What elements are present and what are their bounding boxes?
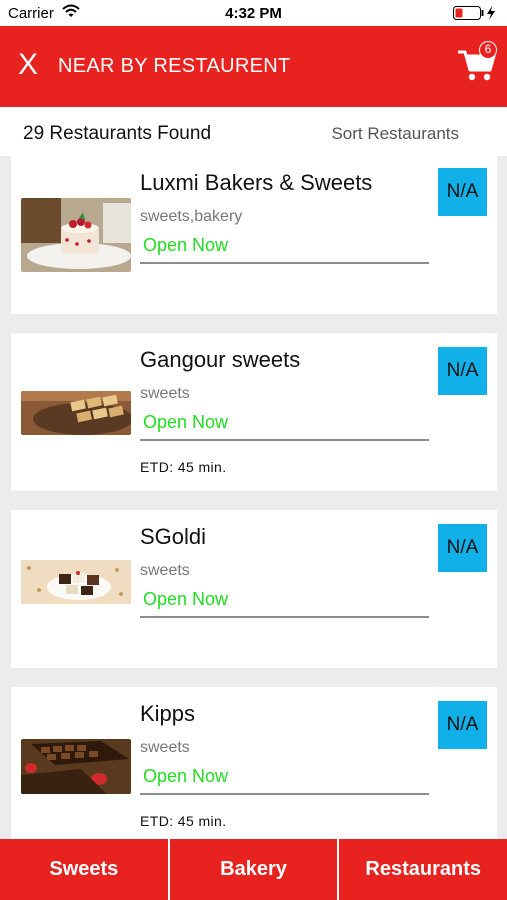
tab-sweets[interactable]: Sweets [0, 839, 170, 900]
status-time: 4:32 PM [225, 5, 282, 22]
divider [140, 262, 429, 264]
open-status: Open Now [143, 766, 229, 786]
bottom-tab-bar: Sweets Bakery Restaurants [0, 839, 507, 900]
restaurant-image [21, 198, 131, 272]
restaurant-card[interactable]: SGoldi sweets Open Now N/A [11, 510, 497, 668]
restaurant-category: sweets,bakery [140, 208, 243, 225]
restaurant-image [21, 391, 131, 435]
rating-badge: N/A [438, 347, 487, 395]
page-title: NEAR BY RESTAURENT [58, 55, 291, 77]
close-button[interactable]: X [18, 49, 38, 81]
restaurant-name[interactable]: Luxmi Bakers & Sweets [140, 170, 372, 196]
results-count: 29 Restaurants Found [23, 123, 212, 144]
restaurant-card[interactable]: Gangour sweets sweets Open Now ETD: 45 m… [11, 333, 497, 491]
restaurant-name[interactable]: SGoldi [140, 524, 206, 550]
restaurant-image [21, 560, 131, 604]
divider [140, 616, 429, 618]
restaurant-name[interactable]: Kipps [140, 701, 195, 727]
open-status: Open Now [143, 235, 229, 255]
restaurant-image [21, 739, 131, 794]
battery-low-icon [453, 6, 497, 24]
restaurant-category: sweets [140, 562, 190, 579]
rating-badge: N/A [438, 524, 487, 572]
sort-button[interactable]: Sort Restaurants [331, 124, 459, 144]
restaurant-card[interactable]: Luxmi Bakers & Sweets sweets,bakery Open… [11, 156, 497, 314]
rating-badge: N/A [438, 701, 487, 749]
app-header: X NEAR BY RESTAURENT 6 [0, 26, 507, 107]
restaurant-category: sweets [140, 385, 190, 402]
results-summary-bar: 29 Restaurants Found Sort Restaurants [0, 107, 507, 156]
tab-bakery[interactable]: Bakery [170, 839, 340, 900]
divider [140, 439, 429, 441]
charging-bolt-icon [487, 6, 495, 20]
tab-restaurants[interactable]: Restaurants [339, 839, 507, 900]
restaurant-card[interactable]: Kipps sweets Open Now ETD: 45 min. N/A [11, 687, 497, 839]
rating-badge: N/A [438, 168, 487, 216]
cart-count-badge: 6 [479, 41, 497, 59]
restaurant-name[interactable]: Gangour sweets [140, 347, 300, 373]
open-status: Open Now [143, 589, 229, 609]
status-bar: Carrier 4:32 PM [0, 0, 507, 26]
delivery-eta: ETD: 45 min. [140, 813, 227, 829]
divider [140, 793, 429, 795]
delivery-eta: ETD: 45 min. [140, 459, 227, 475]
restaurant-list[interactable]: Luxmi Bakers & Sweets sweets,bakery Open… [0, 156, 507, 839]
open-status: Open Now [143, 412, 229, 432]
restaurant-category: sweets [140, 739, 190, 756]
